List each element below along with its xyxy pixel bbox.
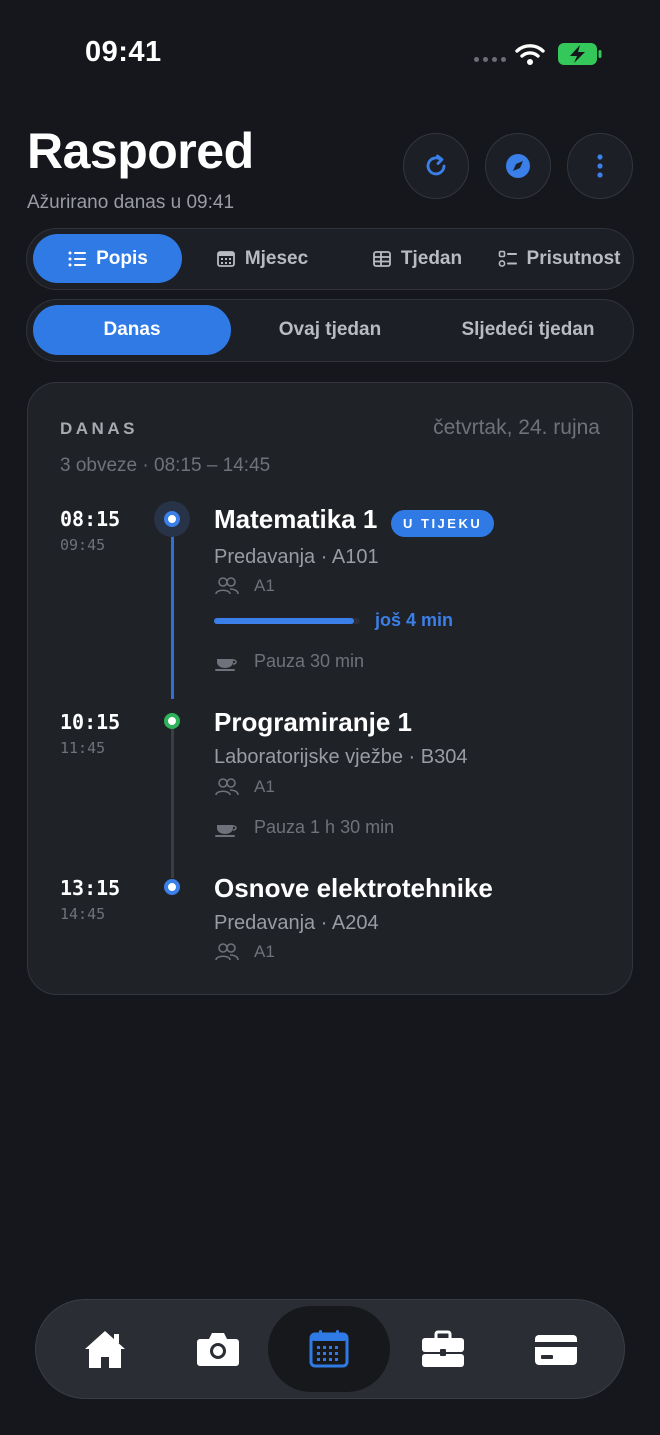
checklist-icon bbox=[498, 250, 517, 267]
break-label: Pauza 1 h 30 min bbox=[254, 817, 395, 837]
break-indicator: Pauza 1 h 30 min bbox=[214, 817, 394, 838]
event-group-label: A1 bbox=[254, 576, 275, 595]
tab-next-week[interactable]: Sljedeći tjedan bbox=[429, 305, 627, 355]
tab-today-label: Danas bbox=[103, 319, 161, 340]
refresh-icon bbox=[426, 154, 446, 176]
event-end-time: 11:45 bbox=[60, 739, 106, 757]
event-title[interactable]: Matematika 1 bbox=[214, 504, 377, 535]
camera-icon bbox=[197, 1333, 239, 1366]
event-group: A1 bbox=[214, 777, 275, 797]
page-title: Raspored bbox=[27, 123, 254, 179]
day-date: četvrtak, 24. rujna bbox=[433, 416, 600, 439]
coffee-cup-icon bbox=[215, 658, 237, 671]
tab-month[interactable]: Mjesec bbox=[187, 234, 337, 283]
briefcase-icon bbox=[422, 1330, 464, 1367]
event-group: A1 bbox=[214, 576, 275, 596]
break-indicator: Pauza 30 min bbox=[214, 651, 364, 672]
event-start-time: 13:15 bbox=[60, 876, 121, 900]
event-group-label: A1 bbox=[254, 777, 275, 796]
people-icon bbox=[215, 577, 239, 595]
tab-attendance[interactable]: Prisutnost bbox=[487, 234, 631, 283]
table-icon bbox=[372, 250, 391, 267]
time-remaining-text: još 4 min bbox=[375, 610, 454, 630]
event-start-time: 10:15 bbox=[60, 710, 121, 734]
event-start-time: 08:15 bbox=[60, 507, 121, 531]
break-label: Pauza 30 min bbox=[254, 651, 365, 671]
tab-attendance-label: Prisutnost bbox=[526, 247, 621, 269]
timeline-line bbox=[171, 728, 174, 878]
bottom-tab-bar bbox=[35, 1299, 625, 1399]
timeline-dot bbox=[164, 879, 180, 895]
calendar-grid-icon bbox=[216, 250, 235, 267]
timeline-dot bbox=[164, 713, 180, 729]
status-bar: 09:41 bbox=[0, 0, 660, 100]
event-title[interactable]: Osnove elektrotehnike bbox=[214, 873, 493, 904]
status-time: 09:41 bbox=[85, 36, 162, 68]
battery-charging-icon bbox=[558, 43, 602, 65]
event-end-time: 14:45 bbox=[60, 905, 106, 923]
navigate-button[interactable] bbox=[485, 133, 551, 199]
tab-home[interactable] bbox=[44, 1306, 166, 1392]
event-group: A1 bbox=[214, 942, 275, 962]
cellular-signal-icon bbox=[474, 57, 506, 62]
timeline-dot bbox=[164, 511, 180, 527]
tab-list-label: Popis bbox=[96, 247, 148, 269]
more-vertical-icon bbox=[597, 154, 603, 178]
tab-jobs[interactable] bbox=[382, 1306, 504, 1392]
home-icon bbox=[85, 1331, 125, 1368]
tab-camera[interactable] bbox=[157, 1306, 279, 1392]
tab-this-week[interactable]: Ovaj tjedan bbox=[231, 305, 429, 355]
tab-today[interactable]: Danas bbox=[33, 305, 231, 355]
tab-card[interactable] bbox=[495, 1306, 617, 1392]
tab-next-week-label: Sljedeći tjedan bbox=[461, 319, 595, 340]
event-progress-bar bbox=[214, 618, 360, 624]
people-icon bbox=[215, 943, 239, 961]
event-progress-fill bbox=[214, 618, 355, 624]
day-schedule-card: DANAS četvrtak, 24. rujna 3 obveze · 08:… bbox=[27, 382, 633, 995]
view-tabs: Popis Mjesec Tjedan Prisutnost bbox=[26, 228, 634, 290]
coffee-cup-icon bbox=[215, 824, 237, 837]
timeline-progress-line bbox=[171, 534, 174, 699]
tab-schedule[interactable] bbox=[268, 1306, 390, 1392]
tab-this-week-label: Ovaj tjedan bbox=[278, 319, 382, 340]
tab-week[interactable]: Tjedan bbox=[342, 234, 492, 283]
more-options-button[interactable] bbox=[567, 133, 633, 199]
list-icon bbox=[68, 251, 87, 266]
event-subtitle: Predavanja · A204 bbox=[214, 912, 379, 934]
calendar-icon bbox=[309, 1330, 349, 1368]
card-icon bbox=[535, 1335, 577, 1365]
people-icon bbox=[215, 778, 239, 796]
day-label: DANAS bbox=[60, 419, 138, 438]
day-summary: 3 obveze · 08:15 – 14:45 bbox=[60, 455, 271, 476]
tab-list[interactable]: Popis bbox=[33, 234, 182, 283]
tab-week-label: Tjedan bbox=[400, 247, 463, 269]
compass-icon bbox=[506, 154, 530, 178]
event-group-label: A1 bbox=[254, 942, 275, 961]
refresh-button[interactable] bbox=[403, 133, 469, 199]
event-subtitle: Predavanja · A101 bbox=[214, 546, 379, 568]
last-updated-text: Ažurirano danas u 09:41 bbox=[27, 192, 235, 213]
event-end-time: 09:45 bbox=[60, 536, 106, 554]
event-title[interactable]: Programiranje 1 bbox=[214, 707, 412, 738]
in-progress-badge: U TIJEKU bbox=[391, 510, 495, 537]
event-subtitle: Laboratorijske vježbe · B304 bbox=[214, 746, 468, 768]
tab-month-label: Mjesec bbox=[244, 247, 309, 269]
range-tabs: Danas Ovaj tjedan Sljedeći tjedan bbox=[26, 299, 634, 362]
wifi-icon bbox=[515, 44, 545, 65]
